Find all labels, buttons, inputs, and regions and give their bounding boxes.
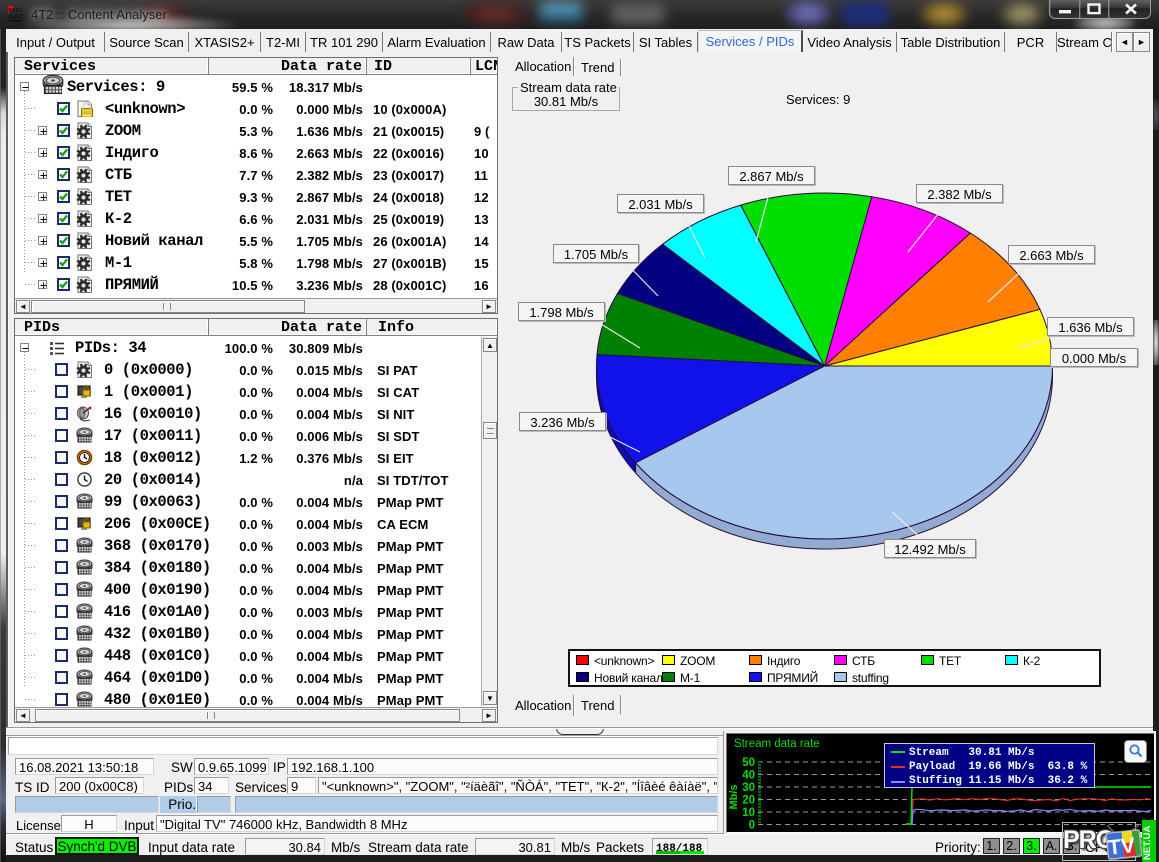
svg-text:30: 30 [742,782,755,794]
svg-text:Mb/s: Mb/s [728,784,740,809]
svg-text:20: 20 [742,795,755,807]
svg-text:Stream data rate: Stream data rate [734,738,820,750]
svg-text:50: 50 [742,757,755,769]
svg-text:0: 0 [749,820,755,832]
svg-text:10: 10 [742,807,755,819]
svg-text:40: 40 [742,770,755,782]
svg-text:TV: TV [1107,834,1136,860]
